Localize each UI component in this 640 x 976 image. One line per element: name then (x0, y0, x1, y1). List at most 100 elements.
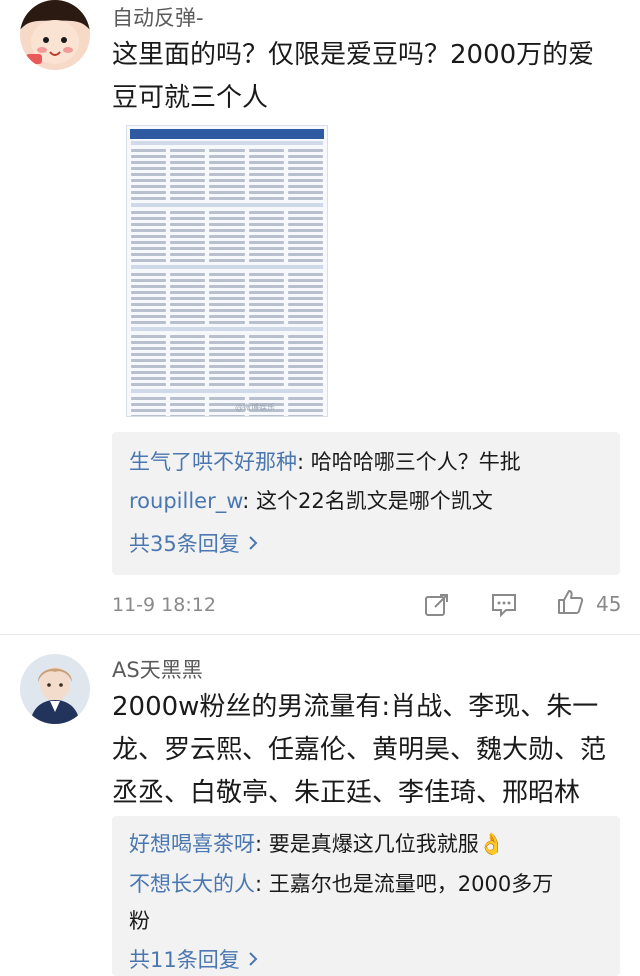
thumbnail-cell (209, 148, 245, 152)
thumbnail-cell (287, 302, 324, 306)
reply-username[interactable]: 好想喝喜茶呀 (129, 832, 255, 856)
thumbnail-cell (131, 308, 167, 312)
thumbnail-cell (209, 320, 245, 324)
thumbnail-cell (248, 364, 284, 368)
thumbnail-cell (131, 278, 167, 282)
thumbnail-cell (248, 308, 284, 312)
thumbnail-cell (287, 290, 324, 294)
thumbnail-cell (248, 376, 284, 380)
thumbnail-cell (287, 178, 324, 182)
thumbnail-cell (170, 252, 206, 256)
reply-text: 这个22名凯文是哪个凯文 (256, 489, 493, 513)
avatar-anime-boy (20, 654, 90, 724)
thumbnail-cell (209, 370, 245, 374)
comment-image-thumbnail[interactable]: @微博娱乐 (126, 125, 328, 417)
thumbnail-section-band (131, 265, 323, 269)
avatar-cartoon-girl (20, 0, 90, 70)
thumbnail-cell (170, 160, 206, 164)
avatar[interactable] (20, 654, 90, 724)
comment-username[interactable]: 自动反弹- (112, 2, 204, 32)
thumbnail-cell (209, 302, 245, 306)
reply-username[interactable]: roupiller_w (129, 489, 242, 513)
thumbnail-cell (287, 370, 324, 374)
comment-icon[interactable] (490, 592, 518, 622)
thumbnail-cell (287, 320, 324, 324)
thumbnail-cell (287, 346, 324, 350)
thumbnail-section-band (131, 141, 323, 145)
thumbnail-cell (287, 396, 324, 400)
comment-timestamp: 11-9 18:12 (112, 594, 216, 616)
thumbnail-cell (170, 166, 206, 170)
thumbnail-cell (248, 190, 284, 194)
reply-text-continued: 粉 (129, 909, 150, 933)
like-icon (556, 588, 584, 620)
thumbnail-cell (248, 272, 284, 276)
thumbnail-cell (248, 148, 284, 152)
reply-separator: : (297, 450, 311, 474)
thumbnail-cell (287, 252, 324, 256)
thumbnail-cell (209, 314, 245, 318)
thumbnail-cell (248, 196, 284, 200)
thumbnail-cell (131, 272, 167, 276)
thumbnail-cell (131, 258, 167, 262)
thumbnail-cell (209, 258, 245, 262)
reply-item[interactable]: 好想喝喜茶呀: 要是真爆这几位我就服👌 (129, 826, 607, 863)
reply-separator: : (242, 489, 257, 513)
thumbnail-cell (209, 228, 245, 232)
thumbnail-cell (248, 284, 284, 288)
thumbnail-row (131, 319, 324, 325)
thumbnail-cell (170, 290, 206, 294)
thumbnail-cell (287, 278, 324, 282)
thumbnail-cell (287, 166, 324, 170)
thumbnail-cell (209, 376, 245, 380)
thumbnail-cell (131, 222, 167, 226)
thumbnail-cell (248, 166, 284, 170)
thumbnail-cell (209, 252, 245, 256)
reply-username[interactable]: 生气了哄不好那种 (129, 450, 297, 474)
thumbnail-cell (248, 246, 284, 250)
thumbnail-cell (287, 382, 324, 386)
thumbnail-cell (131, 334, 167, 338)
thumbnail-cell (170, 258, 206, 262)
share-icon[interactable] (424, 592, 450, 622)
thumbnail-cell (248, 370, 284, 374)
thumbnail-cell (170, 178, 206, 182)
thumbnail-cell (287, 258, 324, 262)
thumbnail-header-bar (130, 129, 324, 139)
thumbnail-cell (131, 210, 167, 214)
thumbnail-cell (248, 396, 284, 400)
thumbnail-cell (170, 210, 206, 214)
thumbnail-cell (209, 240, 245, 244)
more-replies-link[interactable]: 共35条回复 (129, 528, 258, 558)
thumbnail-cell (170, 408, 206, 412)
thumbnail-cell (287, 364, 324, 368)
thumbnail-cell (287, 284, 324, 288)
avatar[interactable] (20, 0, 90, 70)
reply-username[interactable]: 不想长大的人 (129, 872, 255, 896)
thumbnail-cell (209, 272, 245, 276)
reply-item[interactable]: 生气了哄不好那种: 哈哈哈哪三个人？牛批 (129, 444, 607, 481)
thumbnail-cell (131, 340, 167, 344)
reply-box: 好想喝喜茶呀: 要是真爆这几位我就服👌 不想长大的人: 王嘉尔也是流量吧，200… (112, 816, 620, 976)
reply-item[interactable]: 不想长大的人: 王嘉尔也是流量吧，2000多万 粉 (129, 866, 607, 940)
thumbnail-cell (170, 382, 206, 386)
thumbnail-cell (287, 402, 324, 406)
thumbnail-cell (287, 296, 324, 300)
comment-username[interactable]: AS天黑黑 (112, 654, 203, 684)
thumbnail-row (131, 257, 324, 263)
thumbnail-cell (170, 184, 206, 188)
thumbnail-cell (287, 414, 324, 416)
thumbnail-cell (131, 196, 167, 200)
thumbnail-cell (131, 302, 167, 306)
thumbnail-cell (131, 376, 167, 380)
reply-item[interactable]: roupiller_w: 这个22名凯文是哪个凯文 (129, 483, 607, 520)
thumbnail-cell (170, 402, 206, 406)
thumbnail-cell (131, 346, 167, 350)
thumbnail-cell (209, 172, 245, 176)
thumbnail-cell (248, 340, 284, 344)
thumbnail-cell (248, 320, 284, 324)
like-button[interactable]: 45 (556, 588, 621, 620)
thumbnail-cell (209, 296, 245, 300)
thumbnail-cell (170, 154, 206, 158)
thumbnail-cell (287, 340, 324, 344)
